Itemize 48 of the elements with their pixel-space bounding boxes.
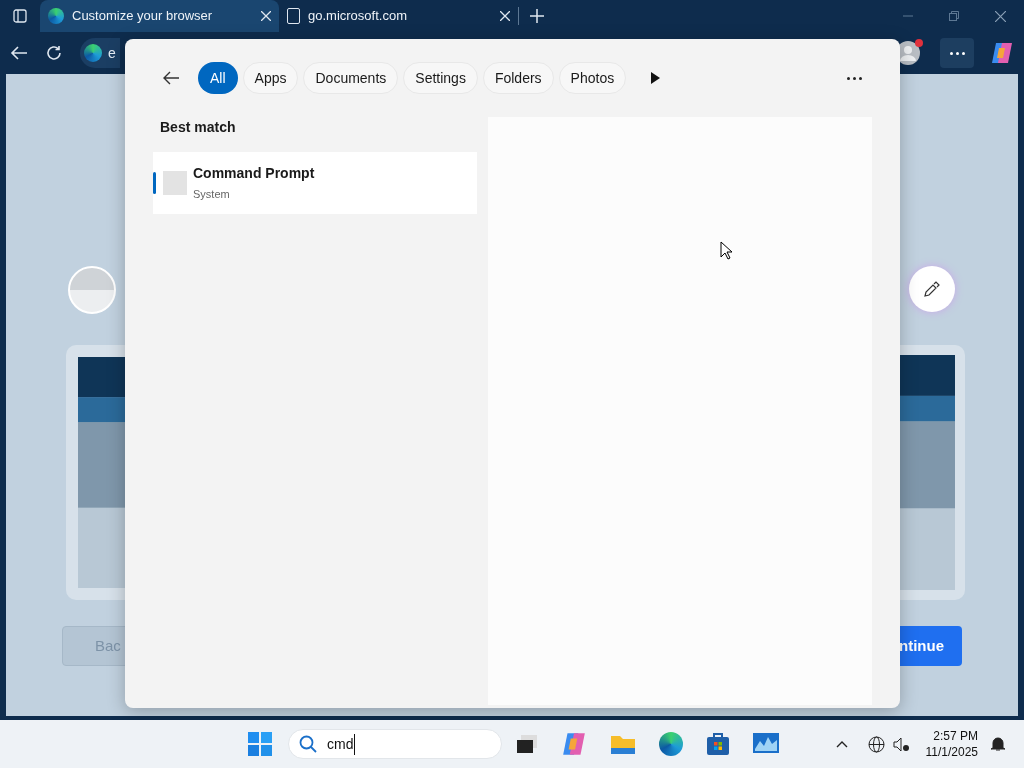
notification-bell-icon[interactable]: [990, 736, 1006, 752]
more-options-icon[interactable]: [847, 76, 862, 80]
search-field[interactable]: cmd: [288, 729, 502, 759]
restore-icon[interactable]: [949, 11, 959, 21]
new-tab-icon[interactable]: [529, 8, 545, 24]
play-icon[interactable]: [650, 72, 661, 84]
close-tab-icon[interactable]: [261, 11, 271, 21]
browser-tab[interactable]: go.microsoft.com: [279, 0, 518, 32]
filter-tab[interactable]: Photos: [558, 62, 627, 94]
close-icon[interactable]: [995, 10, 1006, 22]
store-bag-icon[interactable]: [706, 732, 730, 756]
clock-date[interactable]: 11/1/2025: [925, 744, 978, 760]
avatar-placeholder-icon: [68, 266, 116, 314]
section-heading: Best match: [159, 118, 237, 137]
page-icon: [287, 8, 300, 24]
browser-tab[interactable]: Customize your browser: [40, 0, 279, 32]
back-arrow-icon[interactable]: [162, 70, 180, 86]
folder-icon[interactable]: [610, 733, 636, 755]
copilot-icon[interactable]: [561, 732, 587, 756]
task-view-icon[interactable]: [516, 734, 538, 754]
filter-tab[interactable]: All: [198, 62, 238, 94]
clock-time[interactable]: 2:57 PM: [933, 728, 978, 744]
filter-tab[interactable]: Folders: [482, 62, 554, 94]
edge-icon[interactable]: [659, 732, 683, 756]
start-icon[interactable]: [248, 732, 272, 756]
chart-app-icon[interactable]: [753, 733, 779, 755]
address-text: e: [108, 43, 116, 63]
edge-logo-icon: [48, 8, 64, 24]
filter-tab[interactable]: Apps: [242, 62, 299, 94]
search-icon: [299, 735, 317, 753]
result-title: Command Prompt: [193, 164, 315, 184]
address-bar[interactable]: e: [80, 38, 120, 68]
result-type: System: [193, 187, 231, 203]
refresh-icon[interactable]: [46, 45, 62, 61]
edge-logo-icon: [84, 44, 102, 62]
eyedropper-icon: [923, 280, 941, 298]
close-tab-icon[interactable]: [500, 11, 510, 21]
app-icon: [163, 171, 187, 195]
filter-tab[interactable]: Settings: [403, 62, 478, 94]
search-result[interactable]: Command Prompt System: [153, 152, 477, 214]
speaker-muted-icon[interactable]: [892, 735, 910, 753]
filter-tab[interactable]: Documents: [303, 62, 399, 94]
tab-actions-icon[interactable]: [13, 9, 27, 23]
copilot-icon[interactable]: [990, 42, 1014, 64]
cursor-icon: [720, 241, 732, 260]
more-button[interactable]: [940, 38, 974, 68]
globe-icon[interactable]: [867, 735, 885, 753]
chevron-up-icon[interactable]: [835, 740, 848, 748]
